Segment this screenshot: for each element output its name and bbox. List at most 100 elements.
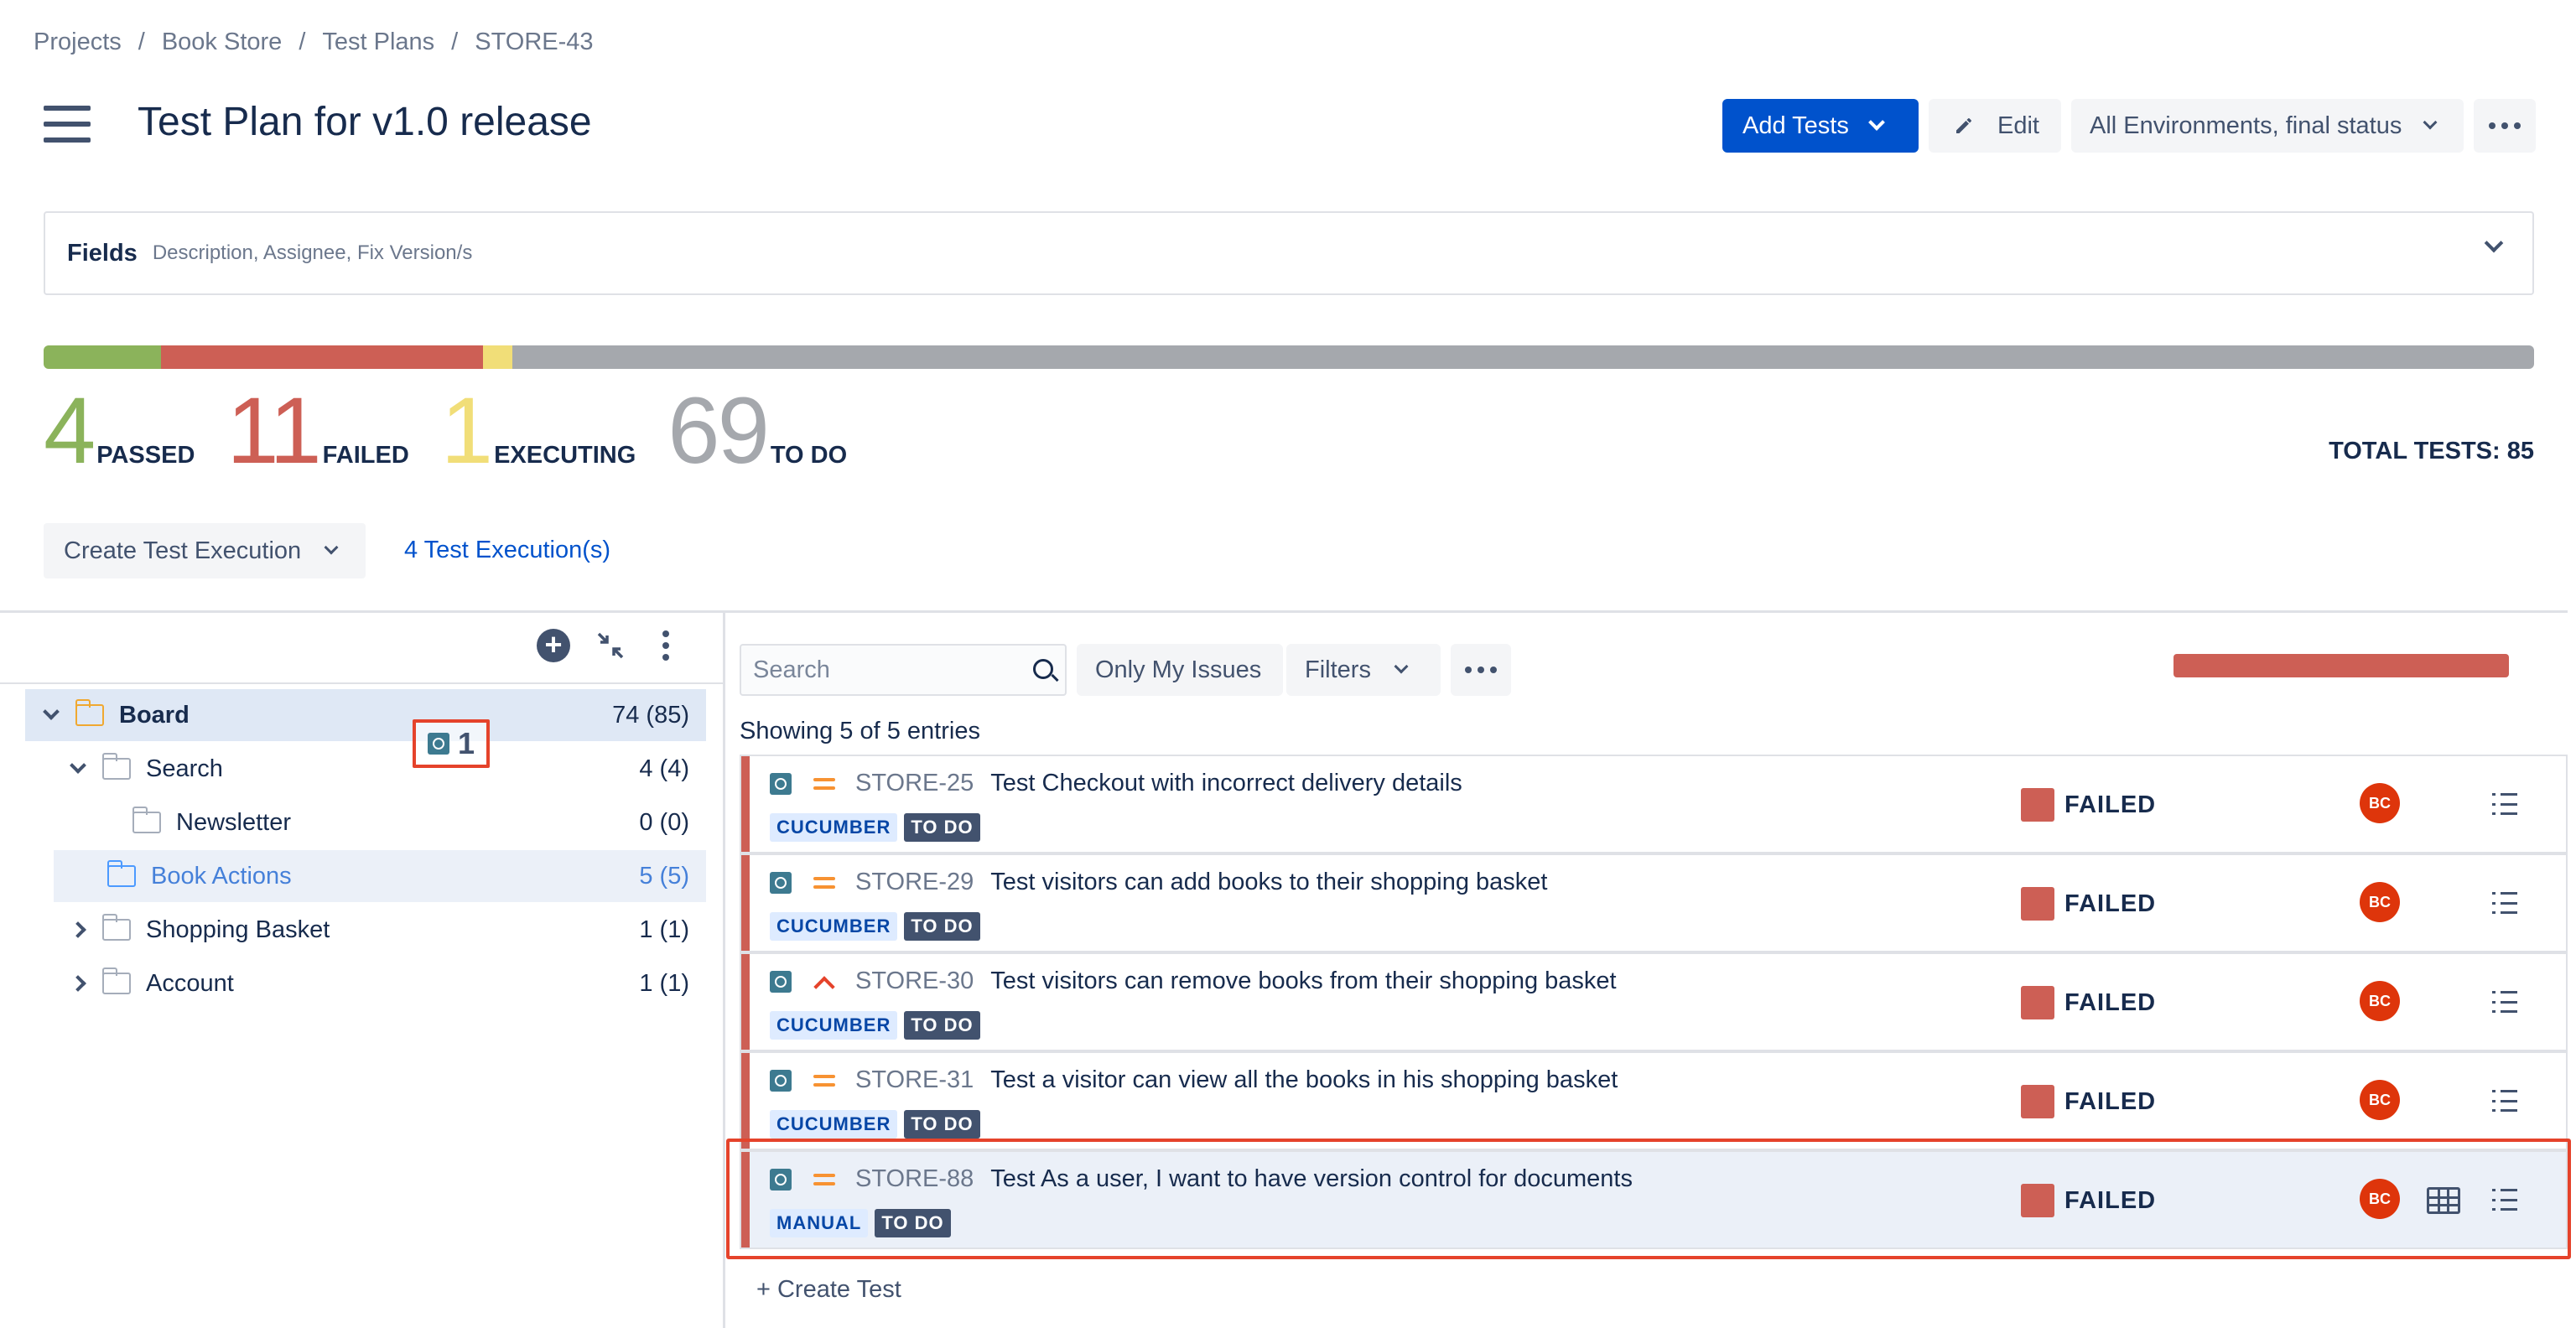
create-test-link[interactable]: + Create Test xyxy=(756,1276,901,1304)
stat-passed: 4 PASSED xyxy=(44,384,195,478)
fields-label: Fields xyxy=(67,239,138,267)
avatar[interactable]: BC xyxy=(2360,981,2400,1021)
test-result-label: FAILED xyxy=(2064,1186,2157,1214)
folder-icon xyxy=(102,914,131,941)
tree-item-newsletter[interactable]: Newsletter 0 (0) xyxy=(25,796,706,848)
tree-toolbar: + xyxy=(537,629,681,662)
test-summary[interactable]: Test a visitor can view all the books in… xyxy=(990,1066,1618,1094)
folder-open-icon xyxy=(75,699,104,726)
test-key[interactable]: STORE-88 xyxy=(855,1165,974,1193)
details-list-icon[interactable] xyxy=(2492,991,2517,1013)
progress-segment-executing xyxy=(483,345,513,369)
test-summary[interactable]: Test visitors can add books to their sho… xyxy=(990,869,1547,896)
tree-item-book-actions[interactable]: Book Actions 5 (5) xyxy=(54,850,706,902)
failed-status-icon xyxy=(2021,1085,2054,1118)
avatar[interactable]: BC xyxy=(2360,1179,2400,1219)
avatar[interactable]: BC xyxy=(2360,1080,2400,1120)
status-badge: TO DO xyxy=(875,1209,951,1237)
collapse-arrows-icon xyxy=(597,632,624,659)
drag-preview-badge[interactable]: 1 xyxy=(413,719,490,768)
tree-item-account[interactable]: Account 1 (1) xyxy=(25,957,706,1009)
panel-divider[interactable] xyxy=(723,612,725,1328)
breadcrumb-book-store[interactable]: Book Store xyxy=(162,29,282,56)
list-more-button[interactable] xyxy=(1451,644,1511,696)
more-icon xyxy=(1465,667,1497,673)
create-test-execution-button[interactable]: Create Test Execution xyxy=(44,523,366,578)
tree-item-board[interactable]: Board 74 (85) xyxy=(25,689,706,741)
stat-todo-label: TO DO xyxy=(770,442,848,469)
chevron-right-icon[interactable] xyxy=(70,921,86,938)
test-result: FAILED xyxy=(2021,887,2156,921)
fields-panel[interactable]: Fields Description, Assignee, Fix Versio… xyxy=(44,211,2534,295)
folder-progress-bar xyxy=(2174,654,2509,677)
only-my-issues-button[interactable]: Only My Issues xyxy=(1077,644,1283,696)
menu-icon[interactable] xyxy=(44,106,91,143)
collapse-icon[interactable] xyxy=(594,629,627,662)
status-badge: TO DO xyxy=(904,1110,980,1139)
add-folder-icon[interactable]: + xyxy=(537,629,570,662)
test-row[interactable]: STORE-25 Test Checkout with incorrect de… xyxy=(740,755,2568,853)
stat-failed-label: FAILED xyxy=(322,442,409,469)
test-result: FAILED xyxy=(2021,1184,2156,1217)
chevron-down-icon xyxy=(1394,659,1409,674)
chevron-down-icon[interactable] xyxy=(43,703,60,720)
details-list-icon[interactable] xyxy=(2492,1189,2517,1211)
avatar[interactable]: BC xyxy=(2360,882,2400,922)
test-key[interactable]: STORE-30 xyxy=(855,967,974,995)
chevron-right-icon[interactable] xyxy=(70,975,86,992)
environment-select[interactable]: All Environments, final status xyxy=(2071,99,2464,153)
test-row[interactable]: STORE-31 Test a visitor can view all the… xyxy=(740,1051,2568,1150)
test-key[interactable]: STORE-31 xyxy=(855,1066,974,1094)
edit-button[interactable]: Edit xyxy=(1929,99,2061,153)
search-field[interactable] xyxy=(740,644,1067,696)
chevron-down-icon xyxy=(1867,114,1885,131)
failed-status-icon xyxy=(2021,1184,2054,1217)
priority-medium-icon xyxy=(813,1074,835,1087)
test-executions-link[interactable]: 4 Test Execution(s) xyxy=(404,537,610,564)
status-badge: TO DO xyxy=(904,813,980,842)
test-key[interactable]: STORE-29 xyxy=(855,869,974,896)
create-test-execution-label: Create Test Execution xyxy=(64,537,302,564)
details-list-icon[interactable] xyxy=(2492,793,2517,815)
failed-status-icon xyxy=(2021,887,2054,921)
tree-more-icon[interactable] xyxy=(651,630,681,661)
details-list-icon[interactable] xyxy=(2492,1090,2517,1112)
test-key[interactable]: STORE-25 xyxy=(855,770,974,797)
tree-item-search[interactable]: Search 4 (4) xyxy=(25,743,706,795)
test-icon xyxy=(770,1069,792,1092)
test-type-badge: CUCUMBER xyxy=(770,912,898,941)
details-list-icon[interactable] xyxy=(2492,892,2517,914)
chevron-down-icon[interactable] xyxy=(70,757,86,774)
fields-description: Description, Assignee, Fix Version/s xyxy=(152,241,473,264)
chevron-down-icon xyxy=(324,540,339,555)
test-summary[interactable]: Test visitors can remove books from thei… xyxy=(990,967,1616,995)
test-row[interactable]: STORE-30 Test visitors can remove books … xyxy=(740,952,2568,1051)
status-indicator xyxy=(741,1053,750,1149)
filters-button[interactable]: Filters xyxy=(1286,644,1441,696)
table-icon[interactable] xyxy=(2427,1187,2460,1214)
test-summary[interactable]: Test Checkout with incorrect delivery de… xyxy=(990,770,1462,797)
test-type-badge: MANUAL xyxy=(770,1209,869,1237)
avatar[interactable]: BC xyxy=(2360,783,2400,823)
search-icon[interactable] xyxy=(1033,659,1053,679)
progress-segment-passed xyxy=(44,345,161,369)
breadcrumb-separator: / xyxy=(299,29,306,55)
test-summary[interactable]: Test As a user, I want to have version c… xyxy=(990,1165,1633,1193)
more-actions-button[interactable] xyxy=(2474,99,2536,153)
tree-item-shopping-basket[interactable]: Shopping Basket 1 (1) xyxy=(25,904,706,956)
chevron-down-icon xyxy=(2423,115,2438,130)
add-tests-button[interactable]: Add Tests xyxy=(1722,99,1919,153)
test-stats: 4 PASSED 11 FAILED 1 EXECUTING 69 TO DO xyxy=(44,384,879,478)
folder-icon xyxy=(102,967,131,994)
breadcrumb-projects[interactable]: Projects xyxy=(34,29,122,56)
page-title: Test Plan for v1.0 release xyxy=(138,100,592,144)
status-badge: TO DO xyxy=(904,1011,980,1040)
breadcrumb-issue-key[interactable]: STORE-43 xyxy=(475,29,593,56)
test-row-selected[interactable]: STORE-88 Test As a user, I want to have … xyxy=(740,1150,2568,1249)
test-row[interactable]: STORE-29 Test visitors can add books to … xyxy=(740,853,2568,952)
entries-count: Showing 5 of 5 entries xyxy=(740,718,980,744)
test-result-label: FAILED xyxy=(2064,890,2157,917)
breadcrumb-test-plans[interactable]: Test Plans xyxy=(322,29,434,56)
search-input[interactable] xyxy=(753,656,1021,684)
filters-label: Filters xyxy=(1305,656,1371,683)
